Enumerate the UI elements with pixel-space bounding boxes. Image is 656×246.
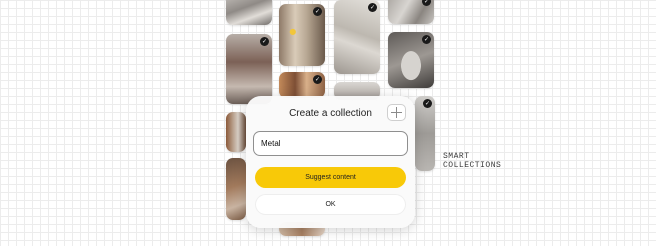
checkmark-icon: ✓ xyxy=(313,75,322,84)
checkmark-icon: ✓ xyxy=(422,0,431,6)
suggest-content-button[interactable]: Suggest content xyxy=(255,167,406,188)
label-line: COLLECTIONS xyxy=(443,161,502,170)
plus-icon xyxy=(391,107,402,118)
photo-tile[interactable]: ✓ xyxy=(388,0,434,24)
ok-button[interactable]: OK xyxy=(255,194,406,215)
add-button[interactable] xyxy=(387,104,406,121)
collection-name-input[interactable] xyxy=(253,131,408,156)
photo-tile[interactable]: ✓ xyxy=(226,34,272,104)
photo-tile[interactable]: ✓ xyxy=(334,0,380,74)
checkmark-icon: ✓ xyxy=(423,99,432,108)
smart-collections-label: SMART COLLECTIONS xyxy=(443,152,501,170)
checkmark-icon: ✓ xyxy=(260,37,269,46)
photo-tile[interactable]: ✓ xyxy=(279,72,325,98)
create-collection-dialog: Create a collection Suggest content OK xyxy=(246,96,415,228)
photo-tile[interactable]: ✓ xyxy=(415,96,435,171)
checkmark-icon: ✓ xyxy=(313,7,322,16)
photo-tile[interactable] xyxy=(226,0,272,25)
photo-tile[interactable]: ✓ xyxy=(279,4,325,66)
photo-tile[interactable] xyxy=(226,112,246,152)
checkmark-icon: ✓ xyxy=(368,3,377,12)
label-line: SMART xyxy=(443,152,470,161)
checkmark-icon: ✓ xyxy=(422,35,431,44)
photo-tile[interactable] xyxy=(226,158,246,220)
photo-tile[interactable]: ✓ xyxy=(388,32,434,88)
